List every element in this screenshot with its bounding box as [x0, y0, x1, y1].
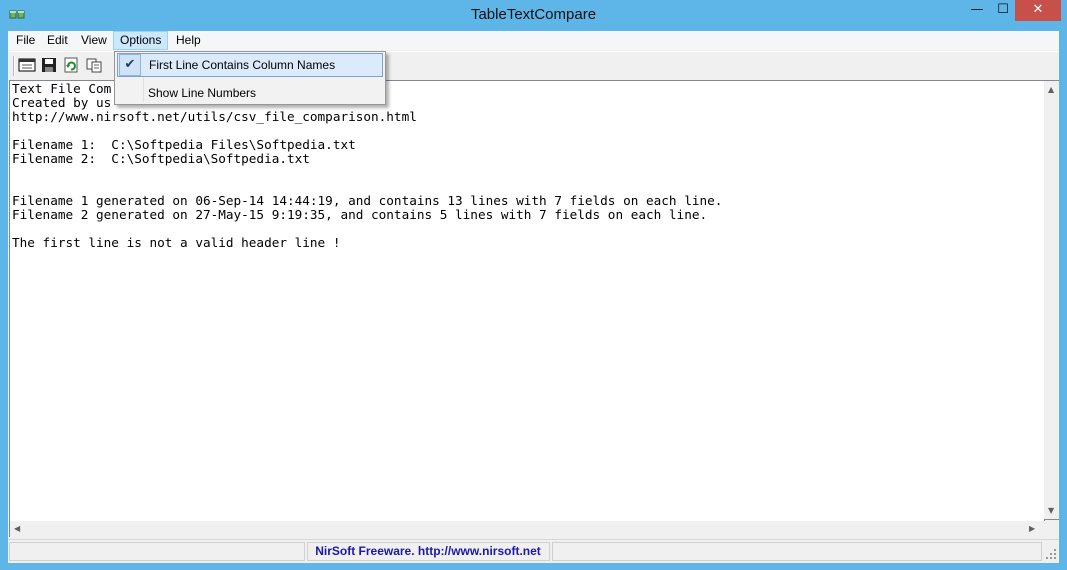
menu-bar: File Edit View Options Help: [8, 31, 1059, 50]
resize-grip-icon[interactable]: [1045, 548, 1057, 560]
client-area: File Edit View Options Help Text File Co…: [8, 31, 1059, 563]
minimize-button[interactable]: —: [964, 0, 990, 21]
menu-item-first-line-column-names[interactable]: ✔ First Line Contains Column Names: [117, 53, 383, 77]
report-line: The first line is not a valid header lin…: [12, 235, 341, 250]
checkmark-icon: ✔: [119, 54, 141, 76]
window-title: TableTextCompare: [470, 6, 597, 23]
status-panel-right: [552, 542, 1042, 561]
copy-icon[interactable]: [85, 57, 103, 73]
horizontal-scrollbar[interactable]: ◀ ▶: [9, 521, 1044, 537]
scroll-left-icon[interactable]: ◀: [14, 524, 20, 533]
vertical-scrollbar[interactable]: ▲ ▼: [1044, 80, 1059, 520]
menu-view[interactable]: View: [75, 31, 113, 50]
title-bar[interactable]: TableTextCompare — ☐ ✕: [0, 0, 1067, 31]
report-line: http://www.nirsoft.net/utils/csv_file_co…: [12, 109, 417, 124]
refresh-icon[interactable]: [62, 57, 80, 73]
scroll-corner: [1044, 521, 1059, 537]
report-text: Text File Com Created by us http://www.n…: [12, 82, 722, 250]
status-bar: NirSoft Freeware. http://www.nirsoft.net: [8, 539, 1059, 563]
status-panel-left: [9, 542, 305, 561]
menu-options[interactable]: Options: [113, 31, 169, 50]
report-line: Filename 1: C:\Softpedia Files\Softpedia…: [12, 137, 356, 152]
menu-item-label: First Line Contains Column Names: [149, 58, 336, 72]
app-window: TableTextCompare — ☐ ✕ File Edit View Op…: [0, 0, 1067, 570]
menu-item-show-line-numbers[interactable]: Show Line Numbers: [117, 80, 383, 104]
scroll-up-icon[interactable]: ▲: [1048, 85, 1054, 94]
save-icon[interactable]: [40, 57, 58, 73]
scroll-right-icon[interactable]: ▶: [1029, 524, 1035, 533]
scroll-down-icon[interactable]: ▼: [1048, 506, 1054, 515]
report-text-area[interactable]: Text File Com Created by us http://www.n…: [9, 80, 1045, 522]
menu-edit[interactable]: Edit: [41, 31, 74, 50]
close-button[interactable]: ✕: [1015, 0, 1061, 21]
menu-help[interactable]: Help: [170, 31, 207, 50]
maximize-button[interactable]: ☐: [990, 0, 1016, 21]
toolbar-grip: [13, 56, 15, 76]
nirsoft-link[interactable]: NirSoft Freeware. http://www.nirsoft.net: [308, 543, 548, 560]
report-icon[interactable]: [18, 57, 36, 73]
report-line: Filename 2 generated on 27-May-15 9:19:3…: [12, 207, 708, 222]
report-line: Filename 2: C:\Softpedia\Softpedia.txt: [12, 151, 310, 166]
report-line: Filename 1 generated on 06-Sep-14 14:44:…: [12, 193, 723, 208]
menu-file[interactable]: File: [10, 31, 41, 50]
report-line: Created by us: [12, 95, 112, 110]
options-dropdown: ✔ First Line Contains Column Names Show …: [114, 51, 386, 105]
menu-item-label: Show Line Numbers: [148, 86, 257, 100]
report-line: Text File Com: [12, 81, 112, 96]
